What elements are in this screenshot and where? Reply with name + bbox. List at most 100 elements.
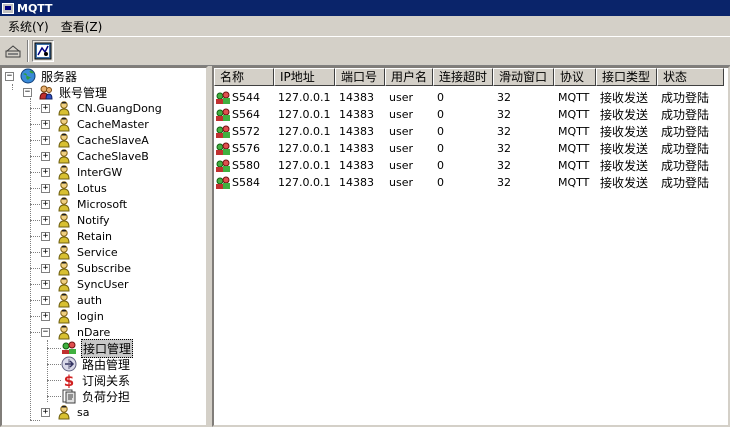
table-cell: 成功登陆 (661, 142, 710, 156)
expand-icon[interactable]: + (41, 119, 50, 129)
table-row[interactable]: S564 127.0.0.1 14383 user 0 32 MQTT 接收发送 成功登陆 (214, 106, 724, 123)
tree-connector (30, 236, 40, 237)
tree-node-cachemaster[interactable]: + CacheMaster (41, 116, 150, 132)
connection-icon (215, 176, 231, 190)
tree-connector (30, 284, 40, 285)
expand-icon[interactable]: + (41, 183, 50, 193)
collapse-icon[interactable]: − (23, 87, 32, 97)
table-cell: S572 (214, 125, 274, 139)
column-header[interactable]: 端口号 (335, 68, 385, 86)
expand-icon[interactable]: + (41, 215, 50, 225)
user-icon (56, 292, 72, 308)
table-cell: 127.0.0.1 (278, 176, 331, 189)
tree-connector (30, 140, 40, 141)
expand-icon[interactable]: + (41, 167, 50, 177)
table-row[interactable]: S572 127.0.0.1 14383 user 0 32 MQTT 接收发送 成功登陆 (214, 123, 724, 140)
connect-button[interactable] (2, 40, 24, 62)
tree-node-cn-guangdong[interactable]: + CN.GuangDong (41, 100, 163, 116)
expand-icon[interactable]: + (41, 247, 50, 257)
menu-view[interactable]: 查看(Z) (55, 18, 109, 35)
tree-node-sa[interactable]: + sa (41, 404, 90, 420)
tree-node-login[interactable]: + login (41, 308, 105, 324)
table-cell: user (389, 108, 413, 121)
expand-icon[interactable]: + (41, 135, 50, 145)
table-cell: 接收发送 (600, 125, 649, 139)
expand-icon[interactable]: + (41, 407, 50, 417)
connection-icon (215, 125, 231, 139)
tree-node-microsoft[interactable]: + Microsoft (41, 196, 128, 212)
table-cell: 0 (437, 159, 444, 172)
list-panel[interactable]: 名称 IP地址 端口号 用户名 连接超时 滑动窗口 协议 接口类型 状态 S544 127.0.0.… (212, 66, 730, 427)
expand-icon[interactable]: + (41, 199, 50, 209)
table-cell: 0 (437, 176, 444, 189)
column-header[interactable]: 连接超时 (433, 68, 493, 86)
column-header[interactable]: IP地址 (274, 68, 335, 86)
connect-icon (5, 45, 21, 58)
tree-node-ndare-child[interactable]: $ 订阅关系 (59, 372, 131, 390)
collapse-icon[interactable]: − (41, 327, 50, 337)
user-icon (56, 180, 72, 196)
table-row[interactable]: S544 127.0.0.1 14383 user 0 32 MQTT 接收发送 成功登陆 (214, 89, 724, 106)
table-cell: 成功登陆 (661, 159, 710, 173)
tree-connector (30, 156, 40, 157)
user-icon (56, 148, 72, 164)
expand-icon[interactable]: + (41, 103, 50, 113)
table-cell: user (389, 176, 413, 189)
table-cell: 127.0.0.1 (278, 108, 331, 121)
column-header[interactable]: 滑动窗口 (493, 68, 554, 86)
tree-node-cacheslaveb[interactable]: + CacheSlaveB (41, 148, 150, 164)
cell-text: S572 (232, 125, 260, 138)
table-row[interactable]: S584 127.0.0.1 14383 user 0 32 MQTT 接收发送 成功登陆 (214, 174, 724, 191)
user-icon (56, 276, 72, 292)
tree-node-syncuser[interactable]: + SyncUser (41, 276, 130, 292)
user-icon (56, 260, 72, 276)
expand-icon[interactable]: + (41, 311, 50, 321)
tree-node-label: Lotus (77, 181, 107, 195)
tree-node-retain[interactable]: + Retain (41, 228, 113, 244)
expand-icon[interactable]: + (41, 231, 50, 241)
connection-icon (215, 142, 231, 156)
tree-node-label: Service (77, 245, 118, 259)
table-cell: 32 (497, 176, 511, 189)
list-header: 名称 IP地址 端口号 用户名 连接超时 滑动窗口 协议 接口类型 状态 (214, 68, 724, 86)
tree-connector (30, 188, 40, 189)
tree-node-auth[interactable]: + auth (41, 292, 103, 308)
interface-icon (61, 340, 77, 356)
expand-icon[interactable]: + (41, 151, 50, 161)
expand-icon[interactable]: + (41, 279, 50, 289)
tree-node-lotus[interactable]: + Lotus (41, 180, 108, 196)
tree-node-label: 负荷分担 (82, 389, 131, 404)
table-cell: MQTT (558, 159, 590, 172)
table-cell: 32 (497, 125, 511, 138)
column-header[interactable]: 用户名 (385, 68, 433, 86)
table-row[interactable]: S576 127.0.0.1 14383 user 0 32 MQTT 接收发送 成功登陆 (214, 140, 724, 157)
tree-node-service[interactable]: + Service (41, 244, 119, 260)
column-header[interactable]: 状态 (657, 68, 724, 86)
tree-node-notify[interactable]: + Notify (41, 212, 111, 228)
user-icon (56, 212, 72, 228)
tree-node-intergw[interactable]: + InterGW (41, 164, 123, 180)
tree-node-ndare-child[interactable]: 接口管理 (59, 338, 134, 358)
expand-icon[interactable]: + (41, 263, 50, 273)
collapse-icon[interactable]: − (5, 71, 14, 81)
column-header[interactable]: 协议 (554, 68, 596, 86)
column-header[interactable]: 名称 (214, 68, 274, 86)
tree-panel[interactable]: − 服务器 − 账号管理 + CN.GuangDong + CacheMaster + Cache… (0, 66, 208, 427)
expand-icon[interactable]: + (41, 295, 50, 305)
tree-node-ndare-child[interactable]: 负荷分担 (59, 388, 131, 404)
user-icon (56, 196, 72, 212)
column-header[interactable]: 接口类型 (596, 68, 657, 86)
menu-system[interactable]: 系统(Y) (2, 18, 55, 35)
table-row[interactable]: S580 127.0.0.1 14383 user 0 32 MQTT 接收发送 成功登陆 (214, 157, 724, 174)
tree-node-server[interactable]: − 服务器 (5, 68, 78, 84)
tree-node-cacheslavea[interactable]: + CacheSlaveA (41, 132, 150, 148)
table-cell: user (389, 125, 413, 138)
tree-node-label: Retain (77, 229, 112, 243)
tree-node-subscribe[interactable]: + Subscribe (41, 260, 132, 276)
settings-button[interactable] (32, 40, 54, 62)
table-cell: 127.0.0.1 (278, 159, 331, 172)
tree-node-label: CacheSlaveB (77, 149, 149, 163)
tree-node-ndare-child[interactable]: 路由管理 (59, 356, 131, 372)
tree-node-accounts[interactable]: − 账号管理 (23, 84, 108, 100)
table-cell: 14383 (339, 125, 374, 138)
